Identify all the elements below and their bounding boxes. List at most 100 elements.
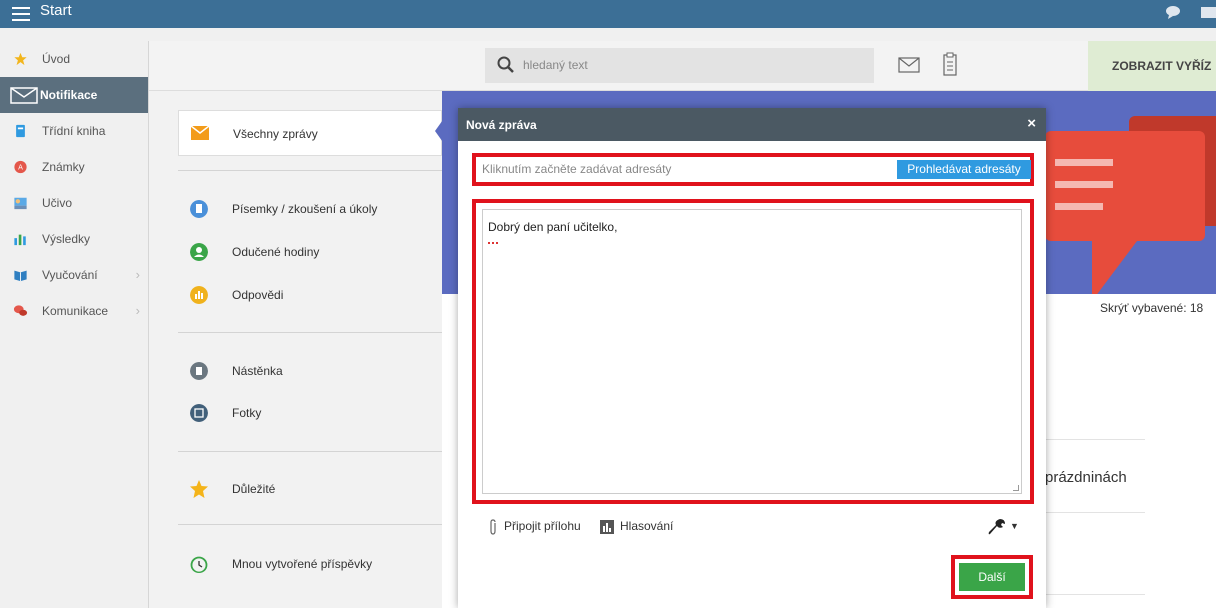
divider xyxy=(1045,512,1145,513)
envelope-icon xyxy=(10,87,38,104)
search-icon xyxy=(497,56,514,73)
timer-icon xyxy=(190,556,208,573)
bar-chart-icon xyxy=(14,234,26,246)
message-title-partial[interactable]: prázdninách xyxy=(1045,469,1127,486)
sidebar-item-uvod[interactable]: Úvod xyxy=(0,41,148,77)
poll-button[interactable]: Hlasování xyxy=(600,519,673,534)
paperclip-icon xyxy=(490,519,496,535)
sidebar-item-label: Známky xyxy=(42,160,85,174)
sidebar-item-ucivo[interactable]: Učivo xyxy=(0,185,148,221)
attach-label: Připojit přílohu xyxy=(504,519,581,534)
sidebar-item-label: Notifikace xyxy=(40,88,98,102)
chat-bubble-front xyxy=(1045,131,1205,241)
category-label: Všechny zprávy xyxy=(233,127,318,141)
top-bar: Start xyxy=(0,0,1216,41)
category-label: Nástěnka xyxy=(232,364,283,378)
envelope-icon[interactable] xyxy=(898,57,920,73)
recipients-input[interactable]: Kliknutím začněte zadávat adresáty xyxy=(479,160,897,179)
photo-icon xyxy=(190,404,208,422)
search-input[interactable]: hledaný text xyxy=(485,48,874,83)
recipients-highlight: Kliknutím začněte zadávat adresáty Prohl… xyxy=(472,153,1034,186)
chevron-right-icon: › xyxy=(135,303,140,318)
category-label: Písemky / zkoušení a úkoly xyxy=(232,202,378,216)
divider xyxy=(178,332,442,333)
category-exams[interactable]: Písemky / zkoušení a úkoly xyxy=(178,192,442,228)
app-header: Start xyxy=(0,0,1216,28)
message-highlight: Dobrý den paní učitelko, xyxy=(472,199,1034,504)
chat-icon[interactable] xyxy=(1165,4,1183,20)
divider xyxy=(178,524,442,525)
noticeboard-icon xyxy=(190,362,208,380)
open-book-icon xyxy=(14,270,27,282)
close-icon[interactable]: × xyxy=(1027,115,1036,132)
attach-file-button[interactable]: Připojit přílohu xyxy=(488,519,581,535)
sidebar-item-vysledky[interactable]: Výsledky xyxy=(0,221,148,257)
mail-icon[interactable] xyxy=(1200,4,1216,20)
hide-selected-label[interactable]: Skrýť vybavené: 18 xyxy=(1100,301,1203,315)
browse-recipients-button[interactable]: Prohledávat adresáty xyxy=(897,160,1031,179)
dialog-title: Nová zpráva xyxy=(466,118,537,132)
spellcheck-marker xyxy=(488,240,498,244)
category-label: Důležité xyxy=(232,482,276,496)
message-text: Dobrý den paní učitelko, xyxy=(488,220,618,234)
clipboard-icon[interactable] xyxy=(943,52,957,76)
bar-chart-icon xyxy=(600,519,614,534)
sidebar-item-tridni-kniha[interactable]: Třídní kniha xyxy=(0,113,148,149)
next-button[interactable]: Další xyxy=(959,563,1025,591)
category-label: Odučené hodiny xyxy=(232,245,320,259)
person-icon xyxy=(190,243,208,261)
chat-bubbles-icon xyxy=(13,305,28,316)
sidebar-item-notifikace[interactable]: Notifikace xyxy=(0,77,148,113)
category-my-posts[interactable]: Mnou vytvořené příspěvky xyxy=(178,547,442,583)
poll-label: Hlasování xyxy=(620,519,674,533)
exams-icon xyxy=(190,200,208,218)
grades-icon: A xyxy=(14,160,27,174)
envelope-icon xyxy=(191,126,209,140)
category-label: Odpovědi xyxy=(232,288,284,302)
chevron-right-icon: › xyxy=(135,267,140,282)
category-label: Fotky xyxy=(232,406,262,420)
sidebar-item-label: Učivo xyxy=(42,196,73,210)
sidebar-item-vyucovani[interactable]: Vyučování › xyxy=(0,257,148,293)
sidebar-item-komunikace[interactable]: Komunikace › xyxy=(0,293,148,329)
search-placeholder: hledaný text xyxy=(523,58,588,72)
star-icon xyxy=(190,480,208,498)
divider xyxy=(178,170,442,171)
book-icon xyxy=(16,124,25,138)
category-taught-lessons[interactable]: Odučené hodiny xyxy=(178,235,442,271)
category-photos[interactable]: Fotky xyxy=(178,396,442,432)
category-important[interactable]: Důležité xyxy=(178,472,442,508)
category-answers[interactable]: Odpovědi xyxy=(178,278,442,314)
chat-bubble-tail xyxy=(1092,241,1137,294)
wrench-icon[interactable] xyxy=(987,517,1007,537)
next-highlight: Další xyxy=(951,555,1033,599)
bubble-line xyxy=(1055,203,1103,210)
svg-text:A: A xyxy=(18,164,23,172)
show-resolved-button[interactable]: ZOBRAZIT VYŘÍZ xyxy=(1088,41,1216,91)
chevron-down-icon[interactable]: ▼ xyxy=(1010,521,1019,531)
divider xyxy=(178,451,442,452)
bubble-line xyxy=(1055,159,1113,166)
sidebar-item-label: Výsledky xyxy=(42,232,91,246)
message-textarea[interactable]: Dobrý den paní učitelko, xyxy=(482,209,1022,494)
sidebar-item-label: Třídní kniha xyxy=(42,124,106,138)
sidebar-item-znamky[interactable]: A Známky xyxy=(0,149,148,185)
sidebar-item-label: Úvod xyxy=(42,52,71,66)
new-message-dialog: Nová zpráva × Kliknutím začněte zadávat … xyxy=(458,108,1046,608)
divider xyxy=(1045,439,1145,440)
hamburger-menu-icon[interactable] xyxy=(12,7,30,21)
divider xyxy=(1045,594,1145,595)
chart-icon xyxy=(190,286,208,304)
star-icon xyxy=(14,52,27,66)
app-title: Start xyxy=(40,2,72,19)
bubble-line xyxy=(1055,181,1113,188)
category-all-messages[interactable]: Všechny zprávy xyxy=(178,110,442,156)
search-header: hledaný text ZOBRAZIT VYŘÍZ xyxy=(149,41,1216,91)
dialog-header: Nová zpráva × xyxy=(458,108,1046,141)
sidebar-item-label: Komunikace xyxy=(42,304,109,318)
category-label: Mnou vytvořené příspěvky xyxy=(232,557,373,571)
sidebar: Úvod Notifikace Třídní kniha A Známky Uč… xyxy=(0,41,149,608)
category-noticeboard[interactable]: Nástěnka xyxy=(178,354,442,390)
resize-handle[interactable] xyxy=(1013,485,1019,491)
sidebar-item-label: Vyučování xyxy=(42,268,98,282)
